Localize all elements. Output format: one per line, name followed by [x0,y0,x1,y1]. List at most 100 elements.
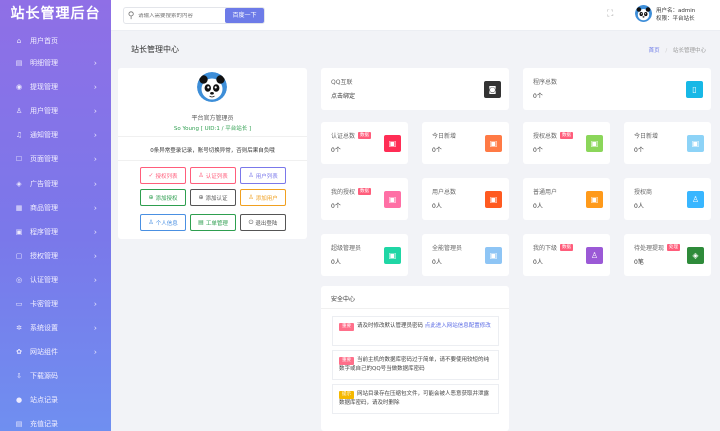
stat-card[interactable]: 用户总数 0人 ▣ [422,178,509,220]
breadcrumb-separator: / [665,48,668,54]
card-badge: 数据 [560,132,574,139]
sidebar-item-bell[interactable]: ♫ 通知管理 › [0,123,111,147]
sidebar-item-list[interactable]: ▤ 明细管理 › [0,51,111,75]
app-title: 站长管理后台 [10,6,101,22]
stat-card[interactable]: 授权总数 数据 0个 ▣ [523,122,610,164]
card-icon: ▣ [485,190,502,208]
profile-button-4[interactable]: ⊕ 添加认证 [190,189,236,206]
sidebar-item-program[interactable]: ▣ 程序管理 › [0,220,111,244]
stat-card[interactable]: 待处理提现 处理 0笔 ◈ [624,234,711,276]
breadcrumb-current: 站长管理中心 [672,48,706,54]
sidebar-item-download[interactable]: ⇩ 下载源码 [0,364,111,388]
profile-button-7[interactable]: ▤ 工单管理 [190,214,236,231]
card-title: 认证总数 [331,133,356,140]
card-value: 0人 [432,259,442,266]
button-icon: ⊕ [148,194,154,201]
card-title: 超级管理员 [331,245,362,252]
card-title: 今日新增 [634,133,659,140]
sidebar-item-label: 提现管理 [30,83,58,92]
card-icon: ▣ [687,134,704,152]
card-icon: ◙ [484,80,501,98]
profile-button-1[interactable]: ♙ 认证列表 [190,167,236,184]
sidebar-item-auth[interactable]: ▢ 授权管理 › [0,244,111,268]
profile-button-6[interactable]: ♙ 个人信息 [140,214,186,231]
panda-avatar-icon [635,5,652,22]
stat-card[interactable]: 我的下级 数据 0人 ♙ [523,234,610,276]
button-icon: ⊕ [198,194,204,201]
breadcrumb: 首页 / 站长管理中心 [649,46,706,54]
profile-button-2[interactable]: ♙ 用户列表 [240,167,286,184]
sidebar-item-recharge[interactable]: ▤ 充值记录 [0,412,111,431]
bell-icon: ♫ [15,131,23,140]
profile-button-3[interactable]: ⊕ 添加授权 [140,189,186,206]
stat-card[interactable]: 全能管理员 0人 ▣ [422,234,509,276]
divider [118,160,307,161]
security-link[interactable]: 点此进入网站信息配置修改 [425,323,491,329]
stat-card[interactable]: 超级管理员 0人 ▣ [321,234,408,276]
button-label: 个人信息 [155,220,178,227]
search-input[interactable] [138,12,223,19]
page-icon: ☐ [15,155,23,164]
sidebar-item-label: 广告管理 [30,179,58,188]
card-title-row: 今日新增 [634,131,658,140]
permission-label: 权限：平台站长 [656,16,695,22]
sidebar-item-label: 系统设置 [30,324,58,333]
card-icon: ◈ [687,246,704,264]
ad-icon: ◈ [16,179,22,188]
sidebar-item-record[interactable]: ● 站点记录 [0,388,111,412]
security-row: 提示 网站目录存在压缩包文件，可能会被人恶意获取并泄露数据库密码，请及时删除 [332,384,499,414]
profile-button-8[interactable]: ⏻ 退出登陆 [240,214,286,231]
sidebar-item-gear[interactable]: ✲ 系统设置 › [0,316,111,340]
goods-icon: ▦ [15,203,23,212]
profile-button-0[interactable]: ✓ 授权列表 [140,167,186,184]
card-title-row: 今日新增 [432,131,456,140]
sidebar-item-withdraw[interactable]: ◉ 提现管理 › [0,75,111,99]
sidebar-item-label: 程序管理 [30,227,58,236]
qq-connect-card[interactable]: QQ互联 点击绑定 ◙ [321,68,509,110]
card-value: 0人 [634,203,644,210]
stat-card[interactable]: 今日新增 0个 ▣ [624,122,711,164]
button-icon: ♙ [248,194,254,201]
fullscreen-icon[interactable]: ⛶ [607,9,613,19]
security-center: 安全中心 重要 请及时修改默认管理员密码 点此进入网站信息配置修改 重要 当前主机的数… [321,286,509,431]
stat-card[interactable]: 我的授权 数据 0个 ▣ [321,178,408,220]
card-title-row: 我的授权 数据 [331,187,372,196]
button-label: 认证列表 [205,173,228,180]
chevron-right-icon: › [93,179,97,189]
stat-card[interactable]: 认证总数 数据 0个 ▣ [321,122,408,164]
profile-avatar [197,72,227,102]
card-icon: ▯ [686,80,703,98]
button-label: 添加用户 [255,195,278,202]
breadcrumb-home[interactable]: 首页 [649,48,660,54]
topbar: ⚲ 百度一下 ⛶ 用户名：admin 权限：平台站长 [111,0,720,31]
sidebar-item-page[interactable]: ☐ 页面管理 › [0,147,111,171]
sidebar-item-user[interactable]: ♙ 用户管理 › [0,99,111,123]
search-button[interactable]: 百度一下 [225,8,264,23]
card-value: 0人 [432,203,442,210]
avatar[interactable] [635,5,652,22]
card-value: 0人 [533,203,543,210]
card-title: 授权总数 [533,133,558,140]
sidebar-item-label: 用户首页 [30,37,58,45]
sidebar-item-label: 用户管理 [30,107,58,116]
sidebar-item-ad[interactable]: ◈ 广告管理 › [0,171,111,195]
card-icon: ▣ [485,134,502,152]
sidebar-item-component[interactable]: ✿ 网站组件 › [0,340,111,364]
chevron-right-icon: › [93,106,97,116]
sidebar-item-goods[interactable]: ▦ 商品管理 › [0,196,111,220]
sidebar-item-home[interactable]: ⌂ 用户首页 [0,31,111,51]
stat-card[interactable]: 授权商 0人 ♙ [624,178,711,220]
stat-card[interactable]: 普通用户 0人 ▣ [523,178,610,220]
card-title: 全能管理员 [432,245,463,252]
card-title-row: 用户总数 [432,187,456,196]
profile-card: 平台官方管理员 So Young [ UID:1 / 平台站长 ] 0条异常登录… [118,68,307,239]
card-value: 0笔 [634,259,644,266]
profile-button-5[interactable]: ♙ 添加用户 [240,189,286,206]
stat-card[interactable]: 今日新增 0个 ▣ [422,122,509,164]
button-label: 授权列表 [155,173,178,180]
sidebar-item-card[interactable]: ▭ 卡密管理 › [0,292,111,316]
program-total-card[interactable]: 程序总数 0个 ▯ [523,68,711,110]
sidebar-item-shield[interactable]: ◎ 认证管理 › [0,268,111,292]
sidebar-item-label: 页面管理 [30,155,58,164]
button-icon: ♙ [248,172,254,179]
